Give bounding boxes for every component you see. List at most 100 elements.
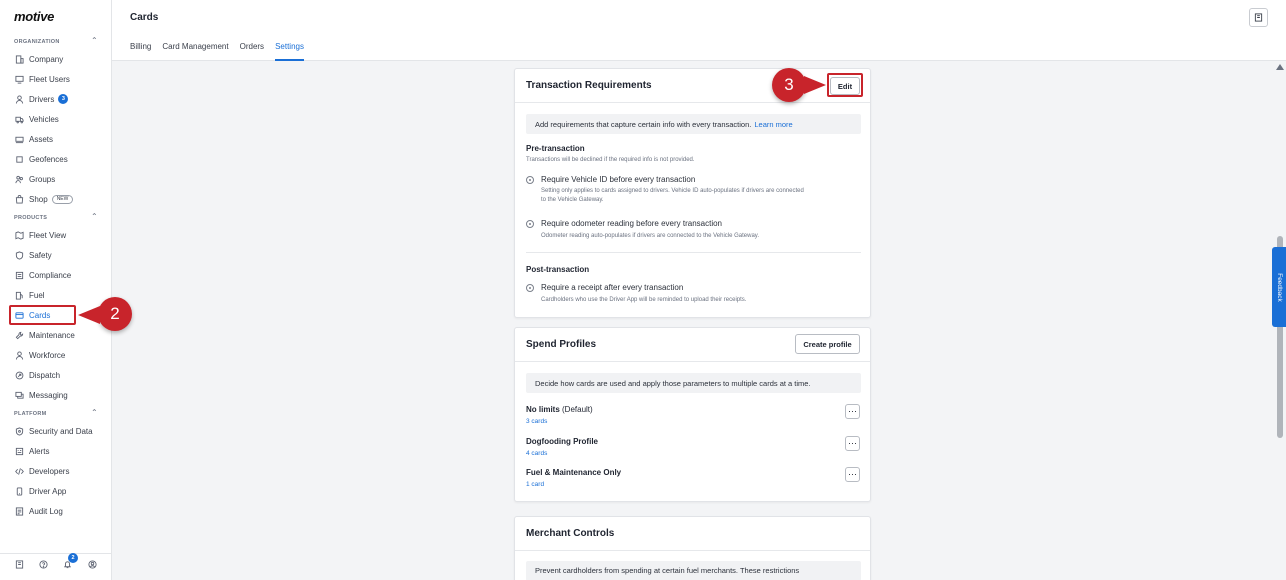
compliance-icon <box>14 270 24 280</box>
sidebar-item-fleet-users[interactable]: Fleet Users <box>14 72 100 86</box>
page-title: Cards <box>130 12 159 23</box>
sidebar-item-shop[interactable]: Shop NEW <box>14 192 100 206</box>
sidebar-item-label: Security and Data <box>29 426 93 436</box>
default-tag: (Default) <box>562 405 593 414</box>
sidebar-item-alerts[interactable]: Alerts <box>14 444 100 458</box>
sidebar-item-assets[interactable]: Assets <box>14 132 100 146</box>
sidebar-item-vehicles[interactable]: Vehicles <box>14 112 100 126</box>
section-label-products: PRODUCTS <box>14 215 48 221</box>
profile-more-button[interactable]: ⋯ <box>845 436 860 451</box>
tab-billing[interactable]: Billing <box>130 42 151 61</box>
tab-card-management[interactable]: Card Management <box>162 42 228 61</box>
catalog-icon[interactable] <box>14 559 24 569</box>
sidebar-item-label: Fuel <box>29 290 45 300</box>
sidebar-item-geofences[interactable]: Geofences <box>14 152 100 166</box>
requirement-odometer[interactable]: Require odometer reading before every tr… <box>526 219 722 228</box>
account-icon[interactable] <box>87 559 97 569</box>
requirement-receipt[interactable]: Require a receipt after every transactio… <box>526 283 683 292</box>
help-icon[interactable] <box>38 559 48 569</box>
shield-icon <box>14 250 24 260</box>
header-action-button[interactable] <box>1249 8 1268 27</box>
sidebar-item-driver-app[interactable]: Driver App <box>14 484 100 498</box>
requirement-vehicle-id[interactable]: Require Vehicle ID before every transact… <box>526 175 695 184</box>
section-label-platform: PLATFORM <box>14 411 47 417</box>
profile-name-text: No limits <box>526 405 560 414</box>
requirement-note: Odometer reading auto-populates if drive… <box>541 233 760 239</box>
scroll-up-arrow-icon[interactable] <box>1276 64 1284 70</box>
step-2-marker: 2 <box>98 297 132 331</box>
requirement-label: Require a receipt after every transactio… <box>541 283 684 292</box>
sidebar-item-audit-log[interactable]: Audit Log <box>14 504 100 518</box>
sidebar: motive ORGANIZATION ⌃ Company Fleet User… <box>0 0 112 580</box>
profile-name: No limits (Default) <box>526 405 593 414</box>
step-3-pointer <box>804 76 826 94</box>
profile-more-button[interactable]: ⋯ <box>845 404 860 419</box>
motive-logo[interactable]: motive <box>14 9 54 24</box>
sidebar-item-label: Compliance <box>29 270 72 280</box>
learn-more-link[interactable]: Learn more <box>754 120 792 129</box>
catalog-icon <box>1254 13 1263 22</box>
sidebar-item-label: Workforce <box>29 350 66 360</box>
tab-settings[interactable]: Settings <box>275 42 304 61</box>
info-text: Decide how cards are used and apply thos… <box>535 378 811 388</box>
feedback-tab[interactable]: Feedback <box>1272 247 1286 327</box>
profile-name-text: Dogfooding Profile <box>526 437 598 446</box>
chevron-up-icon[interactable]: ⌃ <box>91 408 98 417</box>
sidebar-item-fuel[interactable]: Fuel <box>14 288 100 302</box>
sidebar-item-maintenance[interactable]: Maintenance <box>14 328 100 342</box>
radio-icon[interactable] <box>526 175 534 184</box>
profile-card-count-link[interactable]: 4 cards <box>526 450 547 457</box>
cards-highlight-box <box>9 305 76 325</box>
profile-name: Dogfooding Profile <box>526 437 598 446</box>
radio-icon[interactable] <box>526 219 534 228</box>
chevron-up-icon[interactable]: ⌃ <box>91 212 98 221</box>
sidebar-item-developers[interactable]: Developers <box>14 464 100 478</box>
radio-icon[interactable] <box>526 283 534 292</box>
shield-lock-icon <box>14 426 24 436</box>
notification-count-badge: 2 <box>68 553 78 563</box>
transaction-requirements-card: Transaction Requirements Edit Add requir… <box>514 68 871 318</box>
step-2-pointer <box>78 306 100 324</box>
sidebar-item-groups[interactable]: Groups <box>14 172 100 186</box>
tab-orders[interactable]: Orders <box>240 42 264 61</box>
info-text: Add requirements that capture certain in… <box>535 119 752 129</box>
fuel-icon <box>14 290 24 300</box>
sidebar-item-dispatch[interactable]: Dispatch <box>14 368 100 382</box>
section-label-organization: ORGANIZATION <box>14 39 60 45</box>
sidebar-item-compliance[interactable]: Compliance <box>14 268 100 282</box>
create-profile-button[interactable]: Create profile <box>795 334 860 354</box>
sidebar-item-workforce[interactable]: Workforce <box>14 348 100 362</box>
step-number: 3 <box>784 75 794 94</box>
sidebar-item-label: Shop <box>29 194 48 204</box>
pre-transaction-heading: Pre-transaction <box>526 144 585 153</box>
sidebar-item-label: Groups <box>29 174 56 184</box>
sidebar-item-label: Geofences <box>29 154 68 164</box>
person-icon <box>14 350 24 360</box>
profile-card-count-link[interactable]: 1 card <box>526 481 544 488</box>
sidebar-item-drivers[interactable]: Drivers 3 <box>14 92 100 106</box>
shop-icon <box>14 194 24 204</box>
profile-card-count-link[interactable]: 3 cards <box>526 418 547 425</box>
sidebar-footer: 2 <box>0 553 111 575</box>
trailer-icon <box>14 134 24 144</box>
sidebar-item-company[interactable]: Company <box>14 52 100 66</box>
sidebar-item-label: Safety <box>29 250 52 260</box>
more-horizontal-icon: ⋯ <box>848 469 857 479</box>
wrench-icon <box>14 330 24 340</box>
sidebar-item-label: Audit Log <box>29 506 63 516</box>
page-header: Cards Billing Card Management Orders Set… <box>112 0 1286 61</box>
truck-icon <box>14 114 24 124</box>
tab-bar: Billing Card Management Orders Settings <box>130 42 304 61</box>
step-number: 2 <box>110 304 120 323</box>
sidebar-item-label: Messaging <box>29 390 68 400</box>
chevron-up-icon[interactable]: ⌃ <box>91 36 98 45</box>
drivers-count-badge: 3 <box>58 94 69 104</box>
sidebar-item-safety[interactable]: Safety <box>14 248 100 262</box>
sidebar-item-security-and-data[interactable]: Security and Data <box>14 424 100 438</box>
profile-more-button[interactable]: ⋯ <box>845 467 860 482</box>
sidebar-item-messaging[interactable]: Messaging <box>14 388 100 402</box>
map-icon <box>14 230 24 240</box>
sidebar-item-label: Company <box>29 54 64 64</box>
sidebar-item-fleet-view[interactable]: Fleet View <box>14 228 100 242</box>
feedback-label: Feedback <box>1275 272 1283 302</box>
